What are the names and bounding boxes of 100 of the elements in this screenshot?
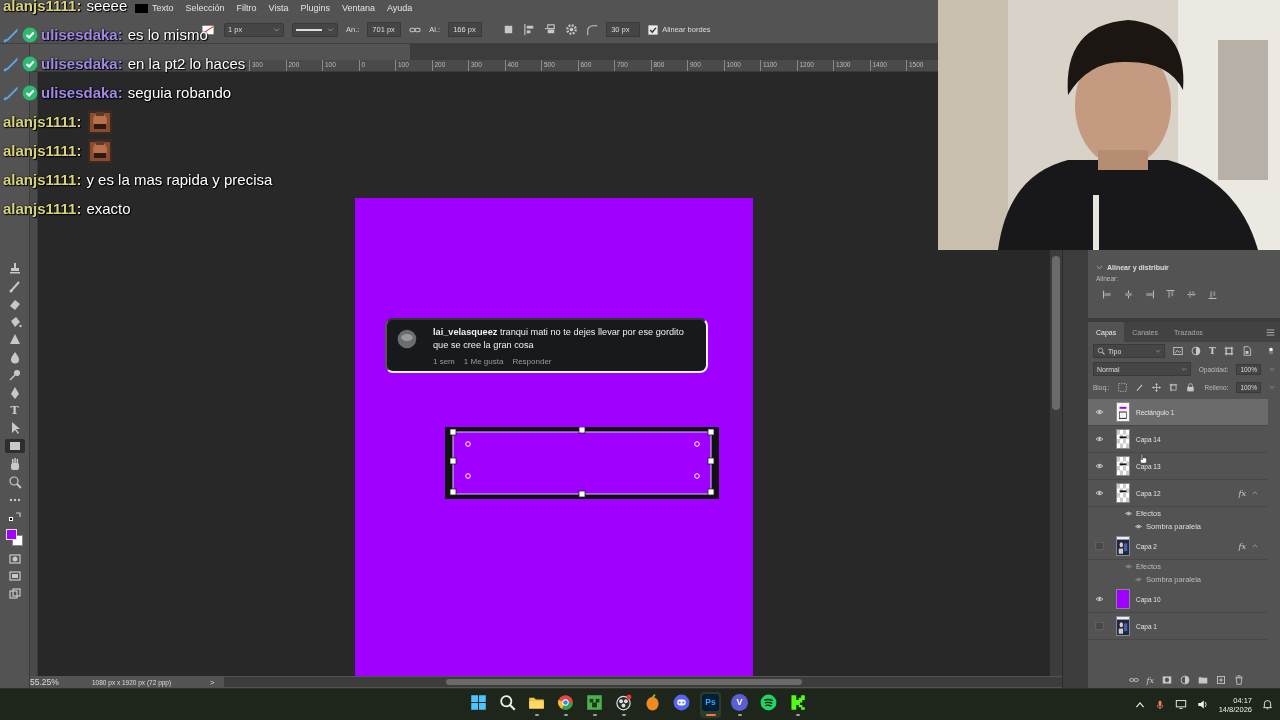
- menu-item[interactable]: Texto: [152, 3, 174, 13]
- caret-icon: [273, 26, 280, 33]
- sword-badge-icon: [3, 26, 19, 43]
- arrange-icon[interactable]: [544, 23, 558, 36]
- chat-message: es lo mismo: [127, 26, 208, 43]
- taskbar-app-button[interactable]: Ps: [700, 691, 721, 718]
- comment-meta: 1 sem: [433, 357, 455, 366]
- music-app-icon[interactable]: [760, 693, 777, 711]
- tool-button[interactable]: [4, 438, 25, 454]
- lollipop-icon: [7, 368, 22, 383]
- menu-item[interactable]: Filtro: [236, 3, 257, 13]
- add-style-button[interactable]: fx: [1146, 675, 1154, 685]
- smart-object-filter-icon[interactable]: [1241, 346, 1252, 356]
- avatar-icon: [397, 329, 417, 349]
- chat-username[interactable]: alanjs1111:: [3, 142, 82, 159]
- align-bottom-icon[interactable]: [1207, 289, 1218, 300]
- chat-username[interactable]: alanjs1111:: [3, 0, 82, 14]
- checkbox[interactable]: [648, 24, 659, 35]
- chat-message: en la pt2 lo haces: [127, 55, 246, 72]
- scroll-thumb[interactable]: [1052, 256, 1060, 410]
- microphone-icon[interactable]: [1154, 698, 1165, 711]
- block-face-icon[interactable]: [586, 693, 603, 711]
- adjustment-filter-icon[interactable]: [1191, 346, 1201, 356]
- caret-icon: [1155, 348, 1161, 354]
- eye-icon[interactable]: [1093, 408, 1105, 416]
- k-shape-icon[interactable]: [789, 693, 806, 711]
- eye-icon[interactable]: [1093, 489, 1105, 497]
- chat-message: seeee: [86, 0, 128, 14]
- redaction-block: [135, 3, 148, 13]
- selected-rectangle-drawing[interactable]: [445, 427, 719, 499]
- speaker-icon[interactable]: [1196, 699, 1209, 710]
- zoom-level: 55.25%: [30, 677, 60, 687]
- background-color-swatch[interactable]: [11, 534, 23, 546]
- menu-item[interactable]: Plugins: [300, 3, 330, 13]
- caret-icon[interactable]: [1252, 490, 1258, 496]
- new-layer-icon[interactable]: [1216, 675, 1226, 685]
- foreground-color-swatch[interactable]: [5, 528, 17, 540]
- scroll-thumb[interactable]: [446, 679, 802, 685]
- menu-item[interactable]: Ventana: [341, 3, 375, 13]
- eye-icon[interactable]: [1124, 510, 1133, 517]
- move-icon[interactable]: [1151, 382, 1161, 392]
- bell-icon[interactable]: [1262, 699, 1273, 710]
- text-tool-button[interactable]: T: [4, 403, 25, 418]
- chat-username[interactable]: ulisesdaka:: [41, 84, 123, 101]
- layer-thumbnail: [1116, 536, 1130, 556]
- hand-cursor-icon: [1138, 452, 1149, 465]
- trash-icon[interactable]: [1234, 675, 1244, 685]
- align-vcenter-icon[interactable]: [1186, 289, 1197, 300]
- comment-text: lai_velasqueez tranqui mati no te dejes llevar por ese gordito que se cree la gran cosa: [433, 326, 685, 352]
- shape-filter-icon[interactable]: [1223, 346, 1234, 356]
- screen-icon: [7, 569, 22, 584]
- eye-icon[interactable]: [1093, 595, 1105, 603]
- menu-icon[interactable]: [1266, 327, 1275, 337]
- chat-username[interactable]: alanjs1111:: [3, 171, 82, 188]
- verified-badge-icon: [22, 55, 38, 72]
- artboard-icon[interactable]: [1168, 382, 1178, 392]
- chat-message: y es la mas rapida y precisa: [86, 171, 273, 188]
- align-hcenter-icon[interactable]: [1123, 289, 1134, 300]
- link-icon[interactable]: [1128, 675, 1139, 685]
- reply-link[interactable]: Responder: [512, 357, 552, 366]
- chat-username[interactable]: alanjs1111:: [3, 200, 82, 217]
- mask-icon[interactable]: [1162, 675, 1172, 685]
- filter-toggle-icon[interactable]: [1267, 345, 1275, 357]
- search-icon[interactable]: [499, 693, 516, 711]
- search-icon: [1097, 347, 1105, 355]
- brush-icon: [7, 279, 22, 294]
- search-icon: [7, 474, 22, 489]
- eye-icon[interactable]: [1093, 435, 1105, 443]
- recorder-icon[interactable]: [615, 693, 632, 711]
- chevron-up-icon[interactable]: [1134, 699, 1145, 710]
- verified-badge-icon: [22, 84, 38, 101]
- align-top-icon[interactable]: [1165, 289, 1176, 300]
- sword-badge-icon: [3, 84, 19, 101]
- eye-icon[interactable]: [1134, 523, 1143, 530]
- layer-thumbnail: [1116, 483, 1130, 503]
- chat-username[interactable]: alanjs1111:: [3, 113, 82, 130]
- align-right-icon[interactable]: [1144, 289, 1155, 300]
- caret-icon[interactable]: [1096, 264, 1103, 271]
- fruit-icon[interactable]: [644, 693, 661, 711]
- lock-icon[interactable]: [1185, 382, 1195, 392]
- chat-app-icon[interactable]: [673, 693, 690, 711]
- verified-badge-icon: [22, 26, 38, 43]
- start-button[interactable]: [470, 693, 487, 711]
- eye-icon[interactable]: [1093, 462, 1105, 470]
- menu-item[interactable]: Selección: [185, 3, 225, 13]
- align-left-icon[interactable]: [1102, 289, 1113, 300]
- type-filter-button[interactable]: T: [1209, 346, 1216, 356]
- brush-icon[interactable]: [1134, 382, 1144, 392]
- browser-icon[interactable]: [557, 693, 574, 711]
- caret-icon[interactable]: [1252, 543, 1258, 549]
- menu-item[interactable]: Ayuda: [387, 3, 413, 13]
- caret-icon: [1180, 366, 1187, 372]
- lock-pixels-icon[interactable]: [1117, 382, 1127, 392]
- adjustment-icon[interactable]: [1180, 675, 1190, 685]
- image-filter-icon[interactable]: [1173, 346, 1183, 356]
- menu-item[interactable]: Vista: [268, 3, 289, 13]
- display-icon[interactable]: [1174, 699, 1187, 710]
- fx-label: fx: [1238, 541, 1246, 551]
- settings-icon[interactable]: [565, 23, 579, 36]
- line-style-dropdown[interactable]: [292, 22, 338, 37]
